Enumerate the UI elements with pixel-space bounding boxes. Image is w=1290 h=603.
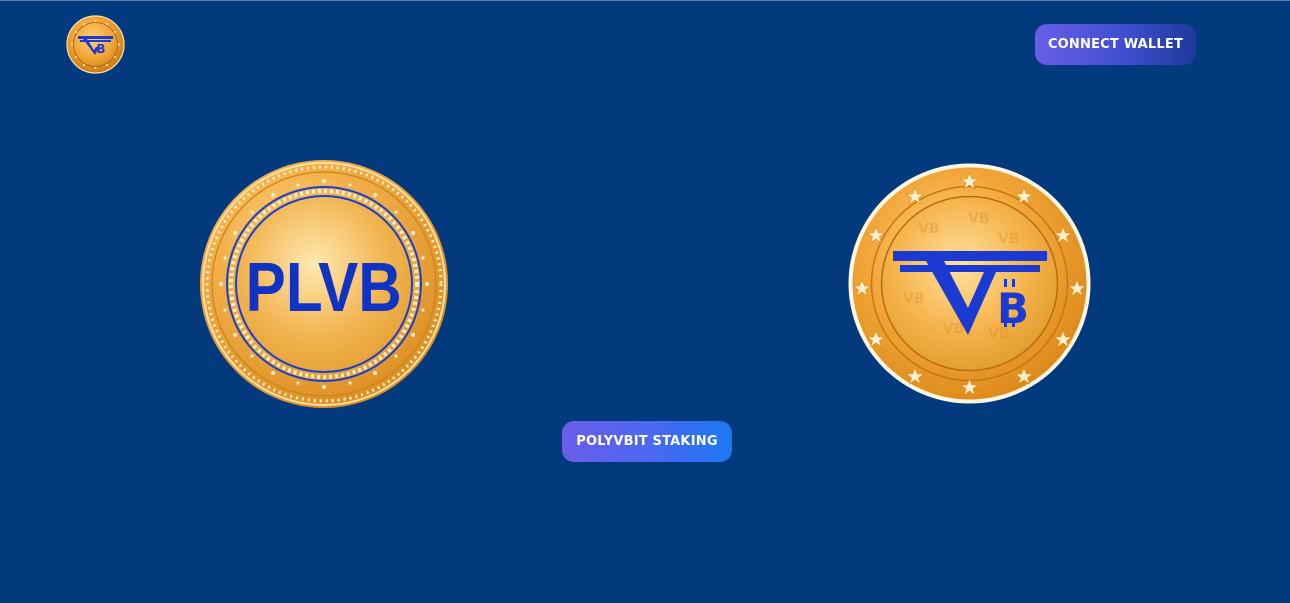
plvb-coin-icon: PLVB (199, 159, 449, 409)
connect-wallet-button[interactable]: CONNECT WALLET (1035, 24, 1196, 65)
svg-text:VB: VB (998, 231, 1020, 247)
vb-coin-logo-icon[interactable]: B (66, 15, 125, 74)
svg-text:VB: VB (903, 291, 925, 307)
polyvbit-staking-button[interactable]: POLYVBIT STAKING (562, 421, 732, 462)
top-border-line (0, 0, 1290, 1)
svg-text:B: B (96, 42, 105, 56)
vb-bitcoin-coin-icon: VB VB VB VB VB VB B (848, 163, 1091, 404)
svg-text:VB: VB (918, 221, 940, 237)
svg-text:VB: VB (968, 211, 990, 227)
plvb-coin-text: PLVB (246, 248, 402, 326)
svg-text:VB: VB (943, 321, 965, 337)
